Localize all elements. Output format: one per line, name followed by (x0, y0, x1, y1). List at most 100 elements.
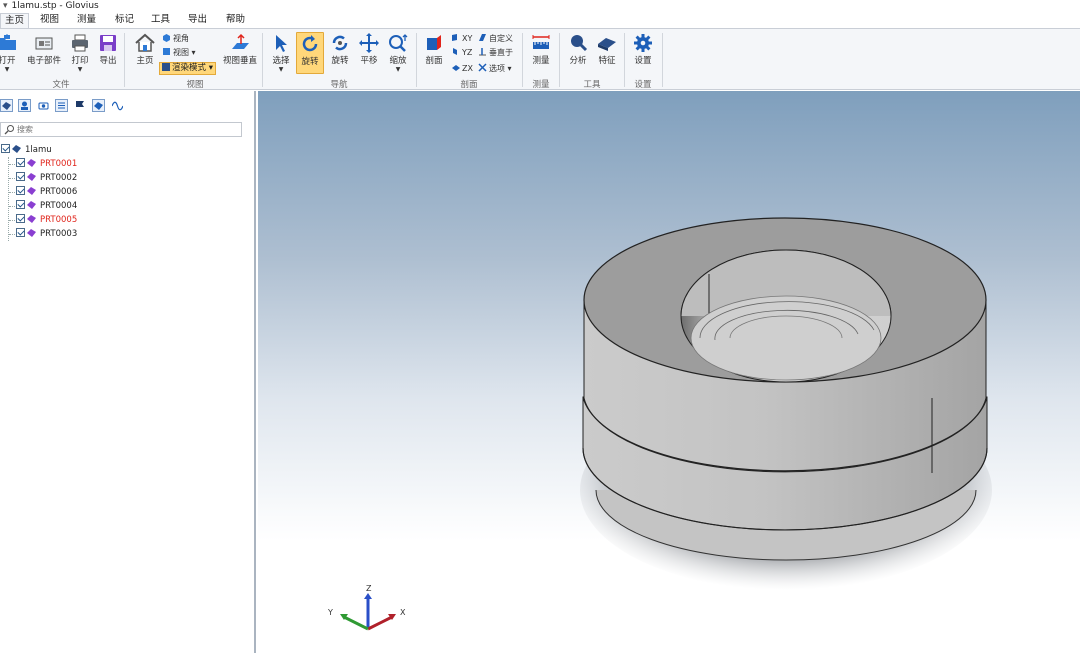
title-bar: ▾ 1lamu.stp - Glovius (0, 0, 1080, 12)
section-perpendicular-button[interactable]: 垂直于 (478, 46, 513, 59)
part-icon (27, 187, 36, 195)
visibility-checkbox[interactable] (16, 214, 25, 223)
tools-icon (478, 63, 487, 72)
axis-label-y: Y (327, 608, 333, 617)
visibility-checkbox[interactable] (16, 172, 25, 181)
group-label-settings: 设置 (634, 80, 652, 90)
group-label-section: 剖面 (460, 80, 478, 90)
tree-part-node[interactable]: PRT0006 (16, 186, 77, 199)
chevron-down-icon: ▾ (208, 63, 213, 73)
part-icon (27, 201, 36, 209)
part-icon (2, 102, 11, 110)
part-label: PRT0003 (40, 229, 78, 239)
visibility-checkbox[interactable] (1, 144, 10, 153)
plane-xy-icon (452, 34, 457, 41)
section-xy-button[interactable]: XY (451, 32, 472, 45)
perpendicular-plane-icon (479, 48, 486, 56)
part-label: PRT0002 (40, 173, 78, 183)
curves-tool[interactable] (111, 99, 124, 112)
section-button[interactable]: 剖面 (420, 32, 448, 74)
tree-part-node[interactable]: PRT0004 (16, 200, 77, 213)
ribbon-separator (559, 33, 560, 87)
tree-part-node[interactable]: PRT0005 (16, 214, 77, 227)
parts-tree-tool[interactable] (0, 99, 13, 112)
flag-tool[interactable] (74, 99, 87, 112)
home-view-button[interactable]: 主页 (131, 32, 159, 74)
render-mode-dropdown[interactable]: 渲染模式 ▾ (159, 62, 216, 75)
notes-tool[interactable] (55, 99, 68, 112)
perpendicular-view-icon (232, 33, 249, 49)
ribbon-separator (262, 33, 263, 87)
search-input[interactable] (17, 124, 239, 135)
quick-access-dropdown[interactable]: ▾ (3, 1, 8, 11)
section-yz-button[interactable]: YZ (451, 46, 472, 59)
section-options-dropdown[interactable]: 选项 ▾ (478, 62, 512, 75)
model-tree-panel: 1lamu PRT0001 PRT0002 PRT0006 PRT0004 PRT000… (0, 91, 256, 653)
tree-connector (9, 192, 15, 193)
visibility-checkbox[interactable] (16, 158, 25, 167)
settings-button[interactable]: 设置 (629, 32, 657, 74)
tab-help[interactable]: 帮助 (222, 13, 249, 28)
section-zx-button[interactable]: ZX (451, 62, 473, 75)
user-icon (21, 101, 28, 110)
tree-part-node[interactable]: PRT0002 (16, 172, 77, 185)
group-label-file: 文件 (52, 80, 70, 90)
analyze-button[interactable]: 分析 (564, 32, 592, 74)
analyze-magnifier-icon (571, 35, 588, 52)
circuit-board-icon (35, 37, 53, 50)
tree-part-node[interactable]: PRT0003 (16, 228, 77, 241)
layers-tool[interactable] (92, 99, 105, 112)
export-button[interactable]: 导出 (94, 32, 122, 74)
zoom-button[interactable]: 缩放 ▼ (384, 32, 412, 74)
view-angle-button[interactable]: 视角 (162, 32, 189, 45)
ribbon-separator (662, 33, 663, 87)
tree-connector (9, 220, 15, 221)
rotate-3d-icon (332, 35, 348, 51)
tab-markup[interactable]: 标记 (111, 13, 138, 28)
visibility-checkbox[interactable] (16, 228, 25, 237)
group-label-measure: 测量 (532, 80, 550, 90)
3d-viewport[interactable]: Z X Y (258, 91, 1080, 653)
tab-tools[interactable]: 工具 (147, 13, 174, 28)
flag-icon (76, 101, 84, 110)
feature-button[interactable]: 特征 (593, 32, 621, 74)
shaded-cube-icon (162, 63, 170, 71)
gear-icon (634, 34, 652, 52)
tab-measure[interactable]: 测量 (73, 13, 100, 28)
visibility-checkbox[interactable] (16, 200, 25, 209)
printer-icon (72, 34, 88, 52)
cube-icon (163, 34, 170, 42)
tab-view[interactable]: 视图 (36, 13, 63, 28)
ribbon-separator (416, 33, 417, 87)
tree-part-node[interactable]: PRT0001 (16, 158, 77, 171)
views-dropdown[interactable]: 视图 ▾ (162, 46, 196, 59)
open-button[interactable]: 打开 ▼ (0, 32, 20, 74)
tree-connector (9, 178, 15, 179)
rotate-button[interactable]: 旋转 (296, 32, 324, 74)
print-button[interactable]: 打印 ▼ (66, 32, 94, 74)
chevron-down-icon: ▾ (507, 64, 512, 73)
tree-search-box[interactable] (0, 122, 242, 137)
feature-part-icon (598, 38, 616, 51)
visibility-checkbox[interactable] (16, 186, 25, 195)
model-render (580, 217, 992, 590)
view-perpendicular-button[interactable]: 视图垂直 (222, 32, 258, 74)
ribbon-separator (522, 33, 523, 87)
assembly-icon (12, 145, 21, 153)
tab-home[interactable]: 主页 (0, 13, 30, 28)
properties-tool[interactable] (18, 99, 31, 112)
tree-connector (9, 164, 15, 165)
folder-open-icon (0, 34, 16, 50)
camera-icon (38, 102, 49, 110)
part-icon (27, 173, 36, 181)
select-button[interactable]: 选择 ▼ (267, 32, 295, 74)
section-custom-button[interactable]: 自定义 (478, 32, 513, 45)
pan-button[interactable]: 平移 (355, 32, 383, 74)
snapshot-tool[interactable] (37, 99, 50, 112)
tab-export[interactable]: 导出 (184, 13, 211, 28)
tree-root-node[interactable]: 1lamu (1, 144, 52, 157)
measure-button[interactable]: 测量 (527, 32, 555, 74)
ecad-button[interactable]: 电子部件 (24, 32, 64, 74)
rotate-alt-button[interactable]: 旋转 (326, 32, 354, 74)
plane-yz-icon (453, 48, 457, 55)
